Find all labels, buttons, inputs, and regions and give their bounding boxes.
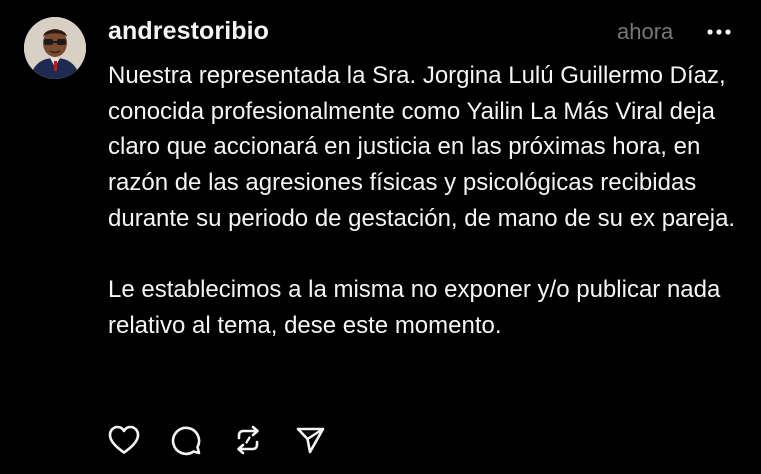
like-button[interactable]: [104, 420, 144, 460]
reply-button[interactable]: [166, 420, 206, 460]
heart-icon: [108, 425, 140, 454]
action-bar: [104, 420, 352, 460]
share-button[interactable]: [290, 420, 330, 460]
avatar-image: [24, 17, 86, 79]
more-horizontal-icon[interactable]: [704, 22, 734, 42]
avatar[interactable]: [24, 17, 86, 79]
repost-icon: [237, 425, 259, 455]
timestamp: ahora: [617, 19, 674, 44]
username[interactable]: andrestoribio: [108, 17, 269, 46]
thread-post: andrestoribio ahora Nuestra representada…: [0, 0, 761, 474]
send-icon: [296, 427, 325, 454]
post-paragraph-1: Nuestra representada la Sra. Jorgina Lul…: [108, 62, 736, 232]
repost-button[interactable]: [228, 420, 268, 460]
comment-icon: [171, 426, 201, 456]
post-paragraph-2: Le establecimos a la misma no exponer y/…: [108, 276, 721, 339]
post-body: Nuestra representada la Sra. Jorgina Lul…: [108, 58, 748, 344]
